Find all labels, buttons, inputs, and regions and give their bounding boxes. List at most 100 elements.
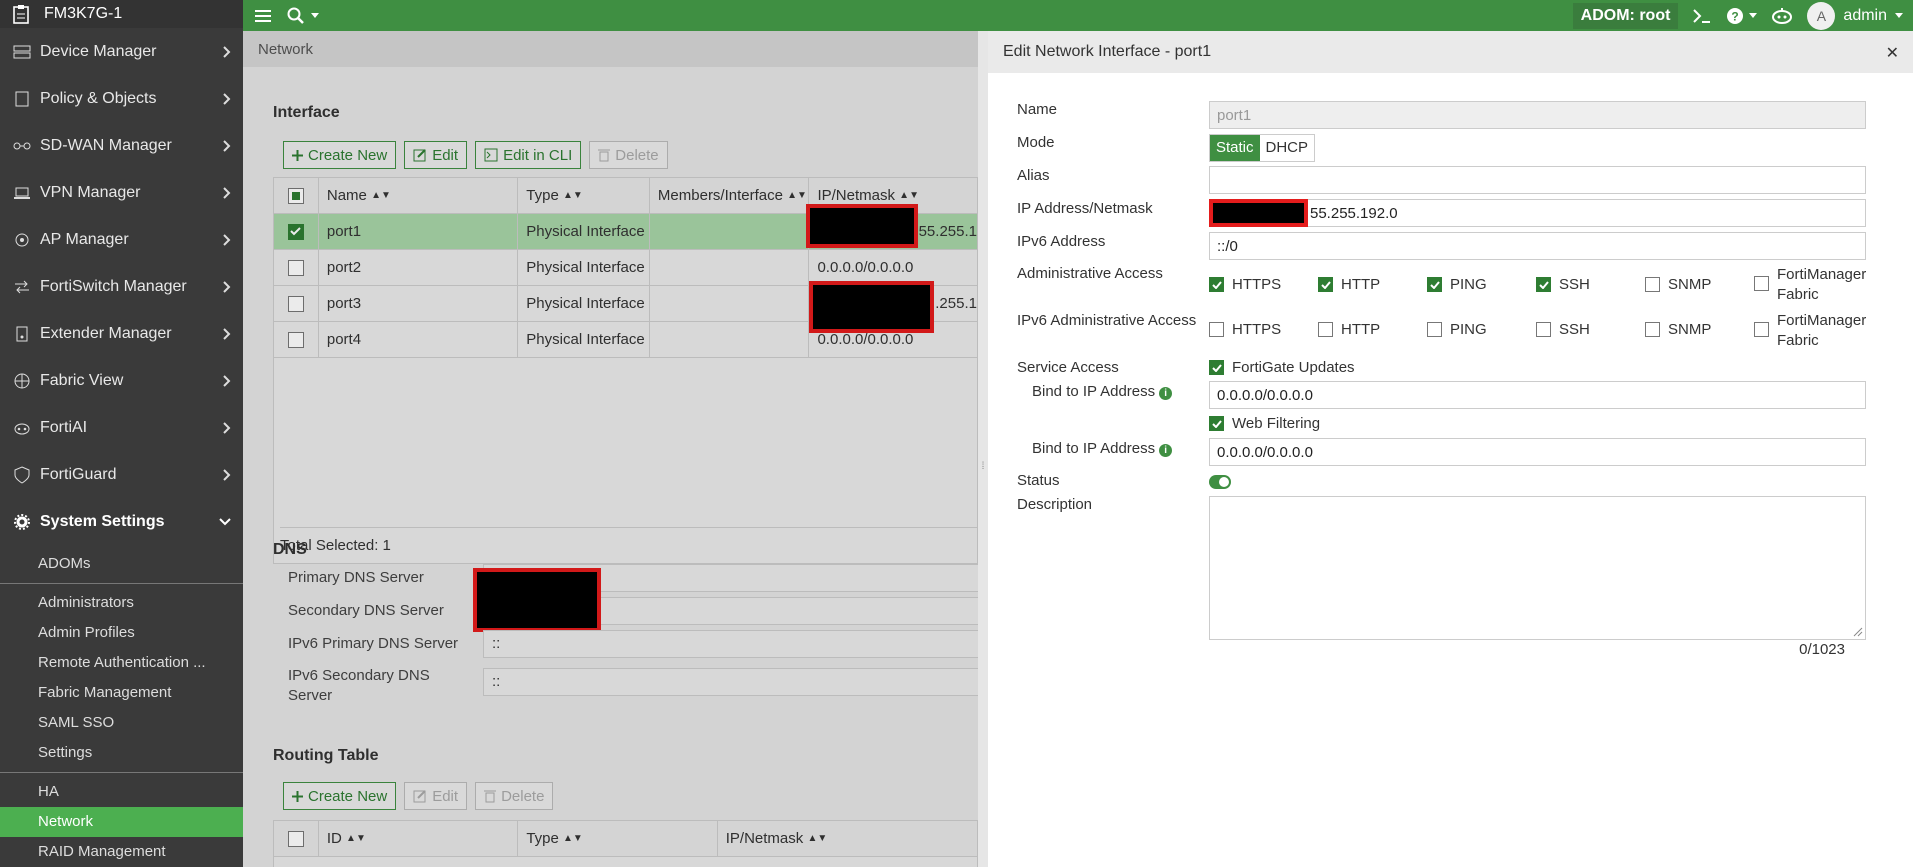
chevron-right-icon (223, 421, 231, 434)
help-icon: ? (1727, 7, 1744, 24)
check-icon (1429, 280, 1440, 289)
chevron-right-icon (223, 327, 231, 340)
sidebar-item-sdwan-manager[interactable]: SD-WAN Manager (0, 122, 243, 169)
checkbox (1318, 322, 1333, 337)
ipv6-access-https[interactable]: HTTPS (1209, 321, 1281, 338)
chevron-right-icon (223, 280, 231, 293)
sidebar-item-ap-manager[interactable]: AP Manager (0, 216, 243, 263)
sidebar-item-fortiguard[interactable]: FortiGuard (0, 451, 243, 498)
admin-access-ssh[interactable]: SSH (1536, 276, 1590, 293)
bind-ip-label-text: Bind to IP Address (1032, 440, 1156, 457)
sidebar-sub-network[interactable]: Network (0, 807, 243, 837)
admin-access-http[interactable]: HTTP (1318, 276, 1380, 293)
sidebar-sub-administrators[interactable]: Administrators (0, 588, 243, 618)
alias-field[interactable] (1209, 166, 1866, 194)
chevron-right-icon (223, 92, 231, 105)
bind-ip-label-1: Bind to IP Address i (1032, 383, 1173, 400)
help-button[interactable]: ? (1726, 7, 1758, 25)
chevron-right-icon (223, 186, 231, 199)
ipv6-admin-access-label: IPv6 Administrative Access (1017, 312, 1197, 329)
sidebar-item-fortiswitch-manager[interactable]: FortiSwitch Manager (0, 263, 243, 310)
checkbox (1209, 322, 1224, 337)
sidebar-item-device-manager[interactable]: Device Manager (0, 28, 243, 75)
checkbox-label: SNMP (1668, 276, 1712, 293)
admin-access-https[interactable]: HTTPS (1209, 276, 1281, 293)
svg-text:?: ? (1732, 9, 1739, 23)
sidebar-item-vpn-manager[interactable]: VPN Manager (0, 169, 243, 216)
admin-access-snmp[interactable]: SNMP (1645, 276, 1711, 293)
device-header: FM3K7G-1 (0, 0, 243, 28)
checkbox (1754, 276, 1769, 291)
checkbox (1754, 322, 1769, 337)
checkbox (1645, 322, 1660, 337)
service-access-label: Service Access (1017, 359, 1119, 376)
ipv6-access-snmp[interactable]: SNMP (1645, 321, 1711, 338)
mode-dhcp-button[interactable]: DHCP (1260, 135, 1315, 161)
overlay-shade (243, 31, 978, 867)
status-toggle[interactable] (1209, 475, 1231, 489)
robot-assistant-icon[interactable] (1771, 7, 1793, 25)
ipv6-access-fortimanager-fabric[interactable]: FortiManager Fabric (1754, 311, 1866, 351)
ipv6-access-ping[interactable]: PING (1427, 321, 1487, 338)
ipv6-access-ssh[interactable]: SSH (1536, 321, 1590, 338)
search-button[interactable] (287, 7, 319, 25)
divider (0, 772, 243, 773)
description-char-counter: 0/1023 (1799, 641, 1845, 658)
clipboard-icon (13, 5, 29, 24)
sidebar-item-fabric-view[interactable]: Fabric View (0, 357, 243, 404)
cli-console-icon[interactable] (1692, 8, 1712, 24)
fortigate-updates-checkbox[interactable]: FortiGate Updates (1209, 359, 1355, 376)
check-icon (1211, 419, 1222, 428)
sidebar-sub-settings[interactable]: Settings (0, 738, 243, 768)
checkbox-label: PING (1450, 276, 1487, 293)
access-point-icon (12, 231, 32, 249)
sidebar-item-label: VPN Manager (40, 183, 141, 201)
ipv6-address-label: IPv6 Address (1017, 233, 1106, 250)
close-icon[interactable]: ✕ (1886, 43, 1899, 63)
sdwan-icon (12, 137, 32, 155)
info-icon[interactable]: i (1159, 387, 1173, 400)
name-field: port1 (1209, 101, 1866, 129)
checkbox-label: FortiManager Fabric (1777, 266, 1867, 303)
user-menu[interactable]: A admin (1807, 1, 1903, 30)
bind-ip-field-1[interactable]: 0.0.0.0/0.0.0.0 (1209, 381, 1866, 409)
check-icon (1320, 280, 1331, 289)
sidebar-item-system-settings[interactable]: System Settings (0, 498, 243, 545)
mode-static-button[interactable]: Static (1210, 135, 1260, 161)
checkbox-label: HTTPS (1232, 321, 1282, 338)
alias-label: Alias (1017, 167, 1050, 184)
adom-selector[interactable]: ADOM: root (1572, 2, 1679, 29)
sidebar-sub-remote-auth[interactable]: Remote Authentication ... (0, 648, 243, 678)
sidebar-item-extender-manager[interactable]: Extender Manager (0, 310, 243, 357)
checkbox (1318, 277, 1333, 292)
device-manager-icon (12, 43, 32, 61)
admin-access-ping[interactable]: PING (1427, 276, 1487, 293)
sidebar-item-fortiai[interactable]: FortiAI (0, 404, 243, 451)
fabric-icon (12, 372, 32, 390)
redacted-area (1209, 199, 1308, 227)
top-bar: ADOM: root ? A admin (243, 0, 1913, 31)
edit-interface-drawer: Edit Network Interface - port1 ✕ ⁞ Name … (978, 31, 1913, 867)
checkbox (1645, 277, 1660, 292)
web-filtering-checkbox[interactable]: Web Filtering (1209, 415, 1320, 432)
sidebar-sub-ha[interactable]: HA (0, 777, 243, 807)
hamburger-menu-icon[interactable] (255, 9, 271, 23)
info-icon[interactable]: i (1159, 444, 1173, 457)
sidebar-sub-admin-profiles[interactable]: Admin Profiles (0, 618, 243, 648)
resize-handle[interactable]: ⁞ (978, 461, 988, 481)
admin-access-fortimanager-fabric[interactable]: FortiManager Fabric (1754, 265, 1867, 305)
checkbox (1209, 416, 1224, 431)
bind-ip-field-2[interactable]: 0.0.0.0/0.0.0.0 (1209, 438, 1866, 466)
ipv6-access-http[interactable]: HTTP (1318, 321, 1380, 338)
sidebar-sub-fabric-management[interactable]: Fabric Management (0, 678, 243, 708)
sidebar-sub-adoms[interactable]: ADOMs (0, 549, 243, 579)
description-textarea[interactable] (1209, 496, 1866, 640)
sidebar-item-policy-objects[interactable]: Policy & Objects (0, 75, 243, 122)
ipv6-address-field[interactable]: ::/0 (1209, 232, 1866, 260)
search-icon (287, 7, 304, 24)
sidebar-sub-raid[interactable]: RAID Management (0, 837, 243, 867)
sidebar-sub-saml-sso[interactable]: SAML SSO (0, 708, 243, 738)
checkbox (1209, 360, 1224, 375)
checkbox-label: Web Filtering (1232, 415, 1321, 432)
bind-ip-label-text: Bind to IP Address (1032, 383, 1156, 400)
